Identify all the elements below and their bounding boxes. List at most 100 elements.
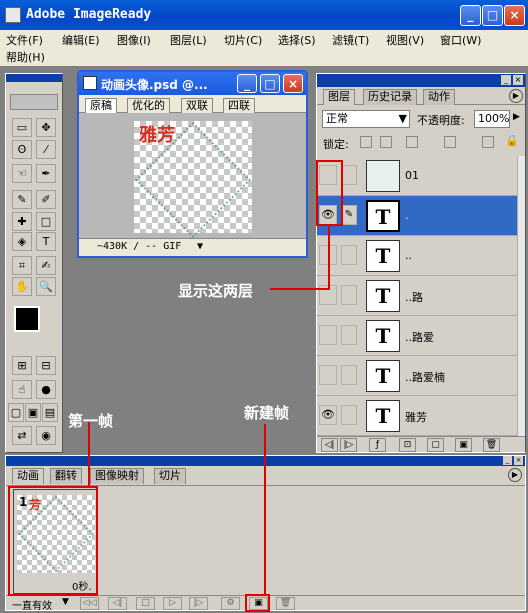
palette-close-icon[interactable]: ×	[514, 456, 523, 465]
previous-frame-icon[interactable]: ◁|	[108, 597, 127, 610]
trash-icon[interactable]: 🗑	[276, 597, 295, 610]
paint-bucket-tool-icon[interactable]: ◈	[12, 232, 32, 251]
menu-layer[interactable]: 图层(L)	[170, 32, 207, 48]
palette-minimize-icon[interactable]: _	[503, 456, 512, 465]
lock-position-checkbox[interactable]	[406, 136, 418, 148]
layer-row[interactable]: T ..路爱	[317, 316, 517, 356]
layers-palette-header[interactable]: _ ×	[317, 74, 525, 87]
layer-row-selected[interactable]: 👁 ✎ T .	[317, 196, 517, 236]
tab-rollover[interactable]: 翻转	[50, 468, 82, 484]
new-folder-icon[interactable]: ▢	[427, 438, 444, 452]
layer-row[interactable]: 👁 T 雅芳	[317, 396, 517, 436]
layer-link-toggle[interactable]	[341, 165, 357, 185]
palette-minimize-icon[interactable]: _	[501, 75, 511, 85]
screen-mode-standard-icon[interactable]: ▢	[8, 403, 24, 422]
pencil-tool-icon[interactable]: ✐	[36, 190, 56, 209]
opacity-arrow-icon[interactable]: ▶	[513, 112, 520, 122]
palette-close-icon[interactable]: ×	[513, 75, 523, 85]
menu-slice[interactable]: 切片(C)	[224, 32, 262, 48]
layer-link-toggle[interactable]	[341, 325, 357, 345]
tab-slices[interactable]: 切片	[154, 468, 186, 484]
slice-visibility-icon[interactable]: ⊞	[12, 356, 32, 375]
stamp-tool-icon[interactable]: ✚	[12, 212, 32, 231]
layer-link-toggle[interactable]	[341, 365, 357, 385]
next-frame-icon[interactable]: |▷	[189, 597, 208, 610]
crop-tool-icon[interactable]: ☜	[12, 164, 32, 183]
menu-help[interactable]: 帮助(H)	[6, 49, 45, 65]
foreground-color-swatch[interactable]	[14, 306, 40, 332]
lock-transparency-checkbox[interactable]	[360, 136, 372, 148]
marquee-tool-icon[interactable]: ▭	[12, 118, 32, 137]
menu-view[interactable]: 视图(V)	[386, 32, 424, 48]
canvas-area[interactable]: 雅芳	[79, 113, 306, 238]
rectangle-tool-icon[interactable]: □	[36, 212, 56, 231]
minimize-button[interactable]: _	[460, 5, 481, 26]
layer-link-toggle[interactable]	[341, 245, 357, 265]
trash-icon[interactable]: 🗑	[483, 438, 500, 452]
previous-frame-icon[interactable]: ◁|	[321, 438, 338, 452]
tab-history[interactable]: 历史记录	[363, 89, 417, 105]
blend-mode-select[interactable]: 正常 ▼	[322, 110, 410, 128]
document-titlebar[interactable]: 动画头像.psd @... _ □ ×	[79, 72, 306, 95]
lock-group-checkbox[interactable]	[482, 136, 494, 148]
layer-row[interactable]: 01	[317, 156, 517, 196]
loop-select[interactable]: 一直有效	[12, 597, 52, 612]
type-tool-icon[interactable]: T	[36, 232, 56, 251]
stop-icon[interactable]: □	[136, 597, 155, 610]
rewind-icon[interactable]: ◁◁	[80, 597, 99, 610]
layer-visibility-toggle[interactable]	[319, 325, 337, 345]
close-button[interactable]: ×	[504, 5, 525, 26]
tab-2-up[interactable]: 双联	[181, 98, 213, 113]
doc-maximize-button[interactable]: □	[260, 74, 280, 93]
layer-link-toggle[interactable]	[341, 285, 357, 305]
screen-mode-full-icon[interactable]: ▤	[42, 403, 58, 422]
menu-edit[interactable]: 编辑(E)	[62, 32, 100, 48]
next-frame-icon[interactable]: |▷	[340, 438, 357, 452]
rollover-preview-icon[interactable]: ☝	[12, 380, 32, 399]
move-tool-icon[interactable]: ✥	[36, 118, 56, 137]
palette-menu-icon[interactable]: ▶	[508, 468, 522, 482]
toolbox-header[interactable]	[6, 74, 62, 82]
new-layer-icon[interactable]: ▣	[455, 438, 472, 452]
palette-menu-icon[interactable]: ▶	[509, 89, 523, 103]
layer-row[interactable]: T ..路	[317, 276, 517, 316]
doc-close-button[interactable]: ×	[283, 74, 303, 93]
menu-file[interactable]: 文件(F)	[6, 32, 43, 48]
lock-pixels-checkbox[interactable]	[380, 136, 392, 148]
menu-image[interactable]: 图像(I)	[117, 32, 151, 48]
opacity-field[interactable]: 100%	[474, 110, 510, 128]
hand-tool-icon[interactable]: ✋	[12, 277, 32, 296]
preview-document-icon[interactable]: ◉	[36, 426, 56, 445]
tween-icon[interactable]: ⚙	[221, 597, 240, 610]
eyedropper-tool-icon[interactable]: ✍	[36, 256, 56, 275]
tab-image-map[interactable]: 图像映射	[90, 468, 144, 484]
jump-to-photoshop-icon[interactable]: ⇄	[12, 426, 32, 445]
doc-minimize-button[interactable]: _	[237, 74, 257, 93]
layer-effects-icon[interactable]: ƒ	[369, 438, 386, 452]
maximize-button[interactable]: □	[482, 5, 503, 26]
zoom-tool-icon[interactable]: 🔍	[36, 277, 56, 296]
brush-icon[interactable]: ✎	[341, 205, 357, 225]
eye-icon[interactable]: 👁	[319, 405, 337, 425]
chevron-down-icon[interactable]: ▼	[62, 597, 69, 607]
layers-scrollbar[interactable]	[517, 156, 525, 436]
browser-preview-icon[interactable]: ●	[36, 380, 56, 399]
play-icon[interactable]: ▷	[163, 597, 182, 610]
menu-window[interactable]: 窗口(W)	[440, 32, 481, 48]
lock-all-checkbox[interactable]	[444, 136, 456, 148]
tab-original[interactable]: 原稿	[85, 98, 117, 113]
image-map-tool-icon[interactable]: ⌗	[12, 256, 32, 275]
tab-layers[interactable]: 图层	[323, 89, 355, 105]
magic-wand-tool-icon[interactable]: ⁄	[36, 140, 56, 159]
lasso-tool-icon[interactable]: ʘ	[12, 140, 32, 159]
menu-select[interactable]: 选择(S)	[278, 32, 316, 48]
tab-4-up[interactable]: 四联	[223, 98, 255, 113]
status-dropdown-icon[interactable]: ▼	[197, 241, 203, 252]
new-layer-set-icon[interactable]: ⊡	[399, 438, 416, 452]
menu-filter[interactable]: 滤镜(T)	[332, 32, 369, 48]
screen-mode-full-menu-icon[interactable]: ▣	[25, 403, 41, 422]
image-map-visibility-icon[interactable]: ⊟	[36, 356, 56, 375]
tab-animation[interactable]: 动画	[12, 468, 44, 484]
layer-visibility-toggle[interactable]	[319, 365, 337, 385]
tab-actions[interactable]: 动作	[423, 89, 455, 105]
